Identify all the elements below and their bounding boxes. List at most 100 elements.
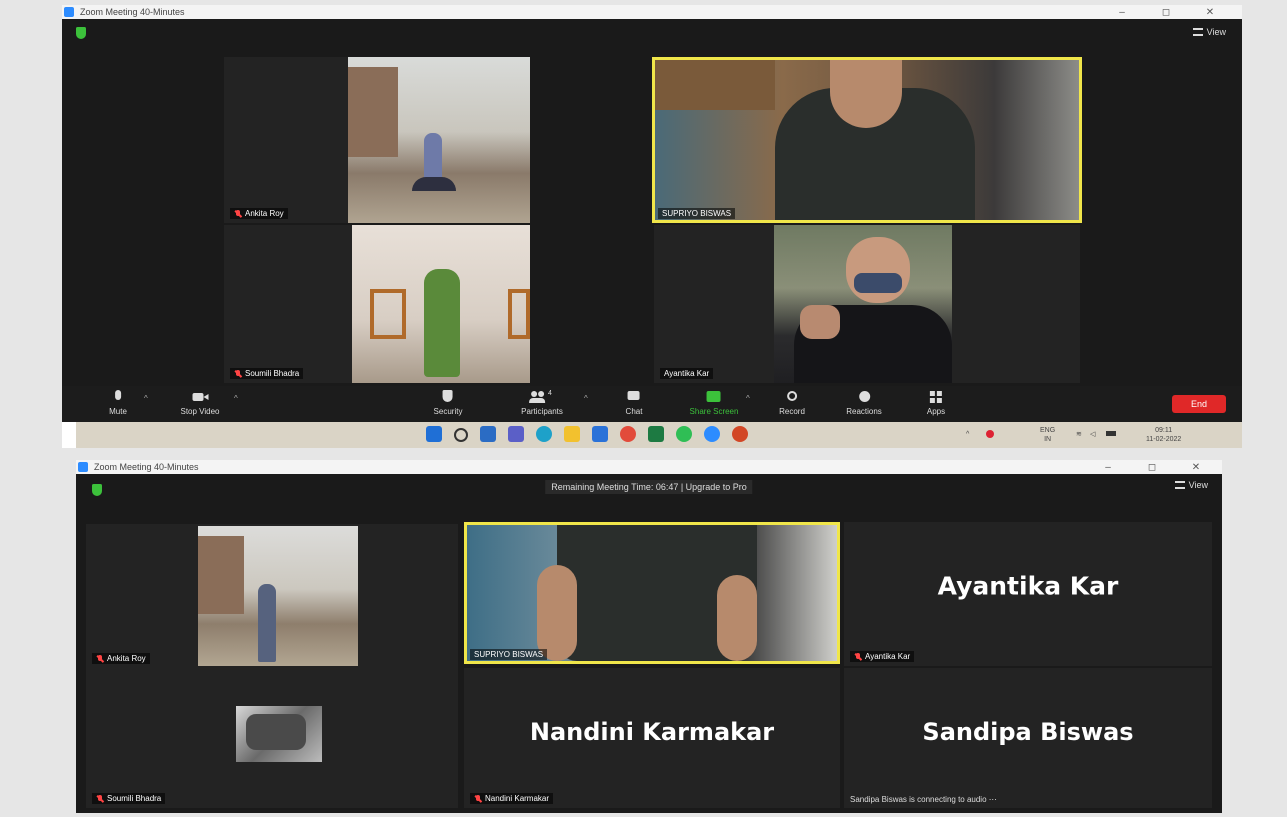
security-button[interactable]: Security bbox=[433, 390, 463, 416]
end-meeting-button[interactable]: End bbox=[1172, 395, 1226, 413]
volume-icon[interactable]: ◁ bbox=[1090, 430, 1095, 439]
video-fist bbox=[800, 305, 840, 339]
bottom-window-title: Zoom Meeting 40-Minutes bbox=[94, 462, 199, 472]
video-tile-supriyo-biswas[interactable]: SUPRIYO BISWAS bbox=[652, 57, 1082, 223]
participant-video-supriyo-biswas bbox=[467, 525, 837, 661]
video-building bbox=[348, 67, 398, 157]
file-explorer-icon[interactable] bbox=[564, 426, 580, 442]
video-tile-ankita-roy[interactable]: Ankita Roy bbox=[86, 524, 458, 668]
bottom-meeting-stage: Remaining Meeting Time: 06:47 | Upgrade … bbox=[76, 474, 1222, 813]
tray-chevron-icon[interactable]: ^ bbox=[966, 430, 969, 439]
tray-app-icon[interactable] bbox=[986, 430, 994, 438]
wifi-icon[interactable]: ≋ bbox=[1076, 430, 1082, 439]
participant-name: SUPRIYO BISWAS bbox=[474, 650, 544, 659]
video-person-arm bbox=[537, 565, 577, 661]
search-icon[interactable] bbox=[454, 428, 468, 442]
name-tag: Soumili Bhadra bbox=[92, 793, 166, 804]
view-icon bbox=[1174, 481, 1185, 489]
name-tag: Ayantika Kar bbox=[850, 651, 915, 662]
clock-time: 09:11 bbox=[1155, 427, 1173, 434]
video-tile-ayantika-kar[interactable]: Ayantika Kar bbox=[654, 225, 1080, 383]
mail-app-icon[interactable] bbox=[592, 426, 608, 442]
excel-app-icon[interactable] bbox=[648, 426, 664, 442]
share-screen-caret[interactable]: ^ bbox=[746, 394, 750, 403]
mute-button[interactable]: Mute bbox=[109, 390, 127, 416]
participants-icon: 4 bbox=[528, 390, 555, 404]
participants-caret[interactable]: ^ bbox=[584, 394, 588, 403]
remaining-time-banner[interactable]: Remaining Meeting Time: 06:47 | Upgrade … bbox=[545, 480, 753, 494]
stop-video-label: Stop Video bbox=[180, 407, 220, 416]
task-view-icon[interactable] bbox=[480, 426, 496, 442]
battery-icon[interactable] bbox=[1106, 431, 1116, 436]
participant-video-supriyo-biswas bbox=[655, 60, 1079, 220]
meeting-toolbar: Mute ^ Stop Video ^ Security 4 Participa… bbox=[62, 386, 1242, 422]
shield-icon[interactable] bbox=[76, 27, 86, 39]
participant-name: Nandini Karmakar bbox=[485, 794, 550, 803]
video-tile-soumili-bhadra[interactable]: Soumili Bhadra bbox=[224, 225, 530, 383]
clock[interactable]: 09:11 11-02-2022 bbox=[1146, 426, 1181, 444]
participant-name: Ankita Roy bbox=[245, 209, 284, 218]
edge-browser-icon[interactable] bbox=[536, 426, 552, 442]
language-line-2: IN bbox=[1044, 436, 1052, 443]
close-button[interactable]: ✕ bbox=[1174, 462, 1218, 473]
mic-icon bbox=[110, 390, 126, 404]
camera-icon bbox=[192, 390, 208, 404]
bottom-window-controls: – ◻ ✕ bbox=[1086, 460, 1218, 474]
participant-video-ankita-roy bbox=[348, 57, 530, 223]
name-tag: SUPRIYO BISWAS bbox=[658, 208, 736, 219]
video-building bbox=[198, 536, 244, 614]
minimize-button[interactable]: – bbox=[1100, 7, 1144, 18]
mute-label: Mute bbox=[109, 407, 127, 416]
view-button[interactable]: View bbox=[1192, 27, 1226, 37]
top-zoom-screenshot: Zoom Meeting 40-Minutes – ◻ ✕ View Ankit… bbox=[62, 5, 1242, 448]
powerpoint-app-icon[interactable] bbox=[732, 426, 748, 442]
share-screen-label: Share Screen bbox=[689, 407, 739, 416]
security-label: Security bbox=[433, 407, 463, 416]
participants-button[interactable]: 4 Participants bbox=[521, 390, 563, 416]
video-person-legs bbox=[412, 177, 456, 191]
record-button[interactable]: Record bbox=[779, 390, 805, 416]
apps-label: Apps bbox=[926, 407, 946, 416]
video-options-caret[interactable]: ^ bbox=[234, 394, 238, 403]
video-tile-supriyo-biswas[interactable]: SUPRIYO BISWAS bbox=[464, 522, 840, 664]
chat-button[interactable]: Chat bbox=[625, 390, 643, 416]
maximize-button[interactable]: ◻ bbox=[1144, 7, 1188, 18]
chrome-browser-icon[interactable] bbox=[620, 426, 636, 442]
audio-options-caret[interactable]: ^ bbox=[144, 394, 148, 403]
share-screen-button[interactable]: Share Screen bbox=[689, 390, 739, 416]
video-tile-nandini-karmakar[interactable]: Nandini Karmakar Nandini Karmakar bbox=[464, 668, 840, 808]
reactions-label: Reactions bbox=[846, 407, 882, 416]
record-icon bbox=[784, 390, 800, 404]
windows-start-icon[interactable] bbox=[426, 426, 442, 442]
video-tile-soumili-bhadra[interactable]: Soumili Bhadra bbox=[86, 668, 458, 808]
chat-icon bbox=[626, 390, 642, 404]
view-button[interactable]: View bbox=[1174, 480, 1208, 490]
reactions-button[interactable]: Reactions bbox=[846, 390, 882, 416]
stop-video-button[interactable]: Stop Video bbox=[181, 390, 220, 416]
maximize-button[interactable]: ◻ bbox=[1130, 462, 1174, 473]
whatsapp-icon[interactable] bbox=[676, 426, 692, 442]
bottom-window-titlebar: Zoom Meeting 40-Minutes bbox=[76, 460, 1222, 474]
video-person-head bbox=[846, 237, 910, 303]
apps-button[interactable]: Apps bbox=[927, 390, 945, 416]
view-label: View bbox=[1188, 480, 1208, 490]
participant-name: Ayantika Kar bbox=[865, 652, 911, 661]
close-button[interactable]: ✕ bbox=[1188, 7, 1232, 18]
mic-muted-icon bbox=[234, 369, 242, 378]
video-tile-ayantika-kar[interactable]: Ayantika Kar Ayantika Kar bbox=[844, 522, 1212, 666]
top-window-controls: – ◻ ✕ bbox=[1100, 5, 1232, 19]
language-line-1: ENG bbox=[1040, 427, 1056, 434]
participant-name: SUPRIYO BISWAS bbox=[662, 209, 732, 218]
language-indicator[interactable]: ENG IN bbox=[1040, 426, 1055, 444]
zoom-app-taskbar-icon[interactable] bbox=[704, 426, 720, 442]
connecting-spinner-icon: ⋯ bbox=[988, 795, 997, 804]
minimize-button[interactable]: – bbox=[1086, 462, 1130, 473]
teams-chat-icon[interactable] bbox=[508, 426, 524, 442]
shield-icon[interactable] bbox=[92, 484, 102, 496]
mic-muted-icon bbox=[96, 794, 104, 803]
video-tile-sandipa-biswas[interactable]: Sandipa Biswas Sandipa Biswas is connect… bbox=[844, 668, 1212, 808]
video-tile-ankita-roy[interactable]: Ankita Roy bbox=[224, 57, 530, 223]
participant-video-soumili-bhadra bbox=[236, 706, 322, 762]
chat-label: Chat bbox=[625, 407, 643, 416]
zoom-app-icon bbox=[64, 7, 74, 17]
